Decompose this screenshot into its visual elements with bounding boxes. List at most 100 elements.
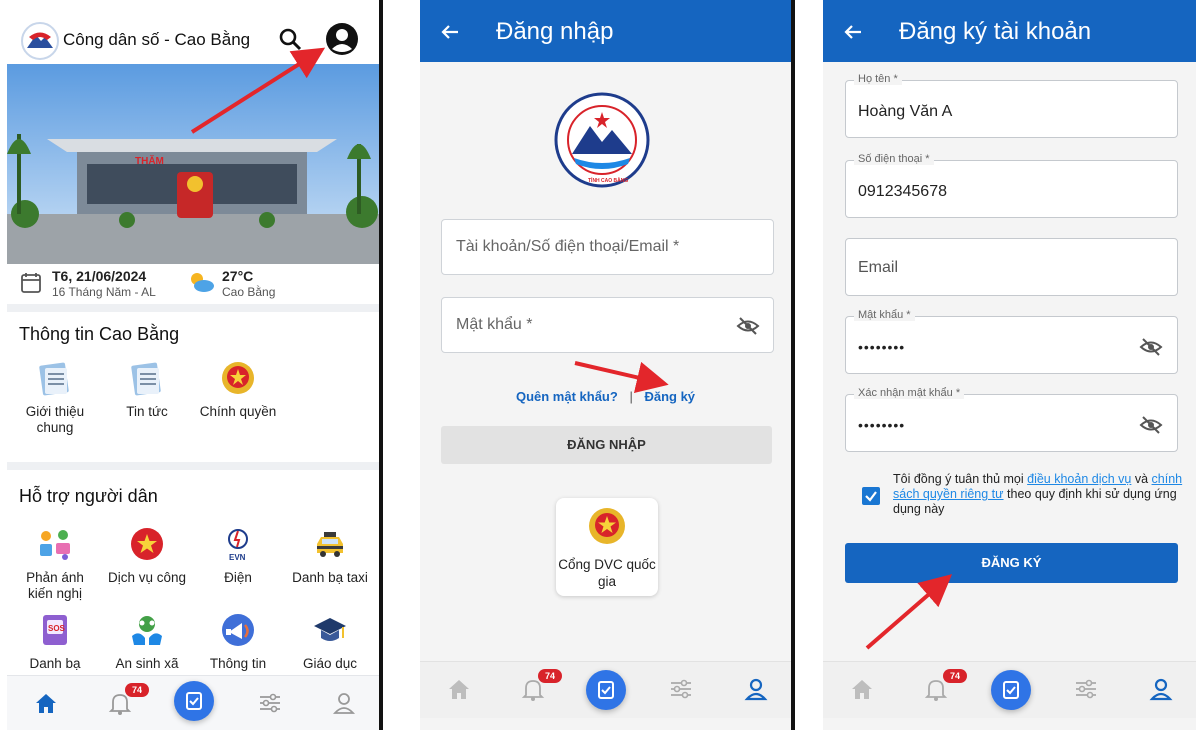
- notification-badge: 74: [943, 669, 967, 683]
- link-separator: |: [629, 389, 633, 404]
- password-field[interactable]: Mật khẩu *: [441, 297, 774, 353]
- field-value: ••••••••: [858, 417, 906, 433]
- lunar-date-text: 16 Tháng Năm - AL: [52, 285, 156, 299]
- home-screen: Công dân số - Cao Bằng THĂM T6, 21/06/20…: [7, 0, 379, 730]
- tile-electricity[interactable]: EVN Điện: [195, 526, 281, 586]
- bottom-nav: 74: [420, 661, 791, 718]
- search-icon[interactable]: [277, 26, 303, 52]
- section-title-info: Thông tin Cao Bằng: [19, 324, 180, 344]
- tile-label: Điện: [224, 570, 252, 585]
- tile-label: An sinh xã: [115, 656, 179, 671]
- forgot-password-link[interactable]: Quên mật khẩu?: [516, 389, 618, 404]
- login-links: Quên mật khẩu? | Đăng ký: [420, 389, 791, 404]
- register-link[interactable]: Đăng ký: [644, 389, 695, 404]
- login-screen: Đăng nhập TỈNH CAO BẰNG Tài khoản/Số điệ…: [420, 0, 791, 730]
- terms-and: và: [1134, 472, 1149, 486]
- profile-icon[interactable]: [1148, 676, 1174, 702]
- notification-badge: 74: [538, 669, 562, 683]
- sos-icon-text: SOS: [48, 624, 66, 633]
- tile-feedback[interactable]: Phản ánh kiến nghị: [12, 526, 98, 602]
- field-label: Họ tên *: [854, 73, 902, 85]
- terms-text: Tôi đồng ý tuân thủ mọi điều khoản dịch …: [893, 472, 1183, 517]
- field-label: Mật khẩu *: [854, 309, 915, 321]
- app-title: Công dân số - Cao Bằng: [63, 30, 251, 49]
- calendar-icon: [21, 272, 41, 299]
- eye-off-icon[interactable]: [1139, 335, 1163, 359]
- location-text: Cao Bằng: [222, 285, 276, 299]
- account-field[interactable]: Tài khoản/Số điện thoại/Email *: [441, 219, 774, 275]
- account-placeholder: Tài khoản/Số điện thoại/Email *: [456, 238, 680, 255]
- full-name-field[interactable]: Họ tên * Hoàng Văn A: [845, 73, 1178, 138]
- social-welfare-icon: [129, 612, 165, 648]
- tile-label: Thông tin: [209, 656, 267, 671]
- login-app-bar: Đăng nhập: [420, 0, 791, 62]
- tile-introduction[interactable]: Giới thiệu chung: [12, 360, 98, 436]
- newspaper-icon: [37, 360, 73, 396]
- tile-label: Phản ánh kiến nghị: [26, 570, 84, 601]
- register-button[interactable]: ĐĂNG KÝ: [845, 543, 1178, 583]
- taxi-icon: [312, 526, 348, 562]
- account-icon[interactable]: [325, 22, 359, 56]
- center-action-button[interactable]: [174, 681, 214, 721]
- tile-news[interactable]: Tin tức: [104, 360, 190, 420]
- date-text: T6, 21/06/2024: [52, 268, 147, 284]
- back-arrow-icon[interactable]: [438, 20, 462, 44]
- graduation-cap-icon: [312, 612, 348, 648]
- field-value: ••••••••: [858, 339, 906, 355]
- confirm-password-field[interactable]: Xác nhận mật khẩu * ••••••••: [845, 387, 1178, 452]
- tile-public-service[interactable]: Dịch vụ công: [104, 526, 190, 586]
- password-field[interactable]: Mật khẩu * ••••••••: [845, 309, 1178, 374]
- home-icon[interactable]: [33, 690, 59, 716]
- tile-information[interactable]: Thông tin: [195, 612, 281, 672]
- sliders-icon[interactable]: [668, 676, 694, 702]
- newspaper-icon: [129, 360, 165, 396]
- profile-icon[interactable]: [743, 676, 769, 702]
- back-arrow-icon[interactable]: [841, 20, 865, 44]
- tile-taxi[interactable]: Danh bạ taxi: [287, 526, 373, 586]
- notification-badge: 74: [125, 683, 149, 697]
- cao-bang-emblem: TỈNH CAO BẰNG: [554, 92, 650, 188]
- terms-of-service-link[interactable]: điều khoản dịch vụ: [1027, 472, 1131, 486]
- emblem-text: TỈNH CAO BẰNG: [588, 176, 628, 184]
- evn-icon: EVN: [220, 526, 256, 562]
- terms-prefix: Tôi đồng ý tuân thủ mọi: [893, 472, 1024, 486]
- screen-divider: [379, 0, 383, 730]
- tile-label: Chính quyền: [199, 404, 277, 419]
- banner-image: THĂM: [7, 64, 379, 264]
- eye-off-icon[interactable]: [1139, 413, 1163, 437]
- evn-icon-text: EVN: [229, 553, 246, 562]
- section-divider: [7, 304, 379, 312]
- terms-checkbox[interactable]: [862, 487, 880, 505]
- center-action-button[interactable]: [991, 670, 1031, 710]
- center-action-button[interactable]: [586, 670, 626, 710]
- tile-government[interactable]: Chính quyền: [195, 360, 281, 420]
- public-service-icon: [129, 526, 165, 562]
- national-portal-card[interactable]: Cổng DVC quốc gia: [556, 498, 658, 596]
- login-button[interactable]: ĐĂNG NHẬP: [441, 426, 772, 464]
- tile-social-welfare[interactable]: An sinh xã: [104, 612, 190, 672]
- bottom-nav: 74: [7, 675, 379, 730]
- tile-label: Giáo dục: [302, 656, 358, 671]
- field-value: Hoàng Văn A: [858, 103, 953, 120]
- email-field[interactable]: Email: [845, 238, 1178, 296]
- eye-off-icon[interactable]: [736, 314, 760, 338]
- sliders-icon[interactable]: [257, 690, 283, 716]
- home-icon[interactable]: [446, 676, 472, 702]
- screen-divider: [791, 0, 795, 730]
- profile-icon[interactable]: [331, 690, 357, 716]
- banner-sign-text: THĂM: [135, 154, 164, 167]
- feedback-icon: [37, 526, 73, 562]
- tile-phonebook[interactable]: SOS Danh bạ: [12, 612, 98, 672]
- field-label: Số điện thoại *: [854, 153, 934, 165]
- login-title: Đăng nhập: [496, 18, 614, 45]
- state-emblem-icon: [587, 506, 627, 551]
- home-icon[interactable]: [849, 676, 875, 702]
- megaphone-icon: [220, 612, 256, 648]
- tile-education[interactable]: Giáo dục: [287, 612, 373, 672]
- password-placeholder: Mật khẩu *: [456, 316, 533, 333]
- portal-label: Cổng DVC quốc gia: [558, 557, 656, 589]
- section-title-support: Hỗ trợ người dân: [19, 486, 158, 506]
- sliders-icon[interactable]: [1073, 676, 1099, 702]
- state-emblem-icon: [220, 360, 256, 396]
- phone-field[interactable]: Số điện thoại * 0912345678: [845, 153, 1178, 218]
